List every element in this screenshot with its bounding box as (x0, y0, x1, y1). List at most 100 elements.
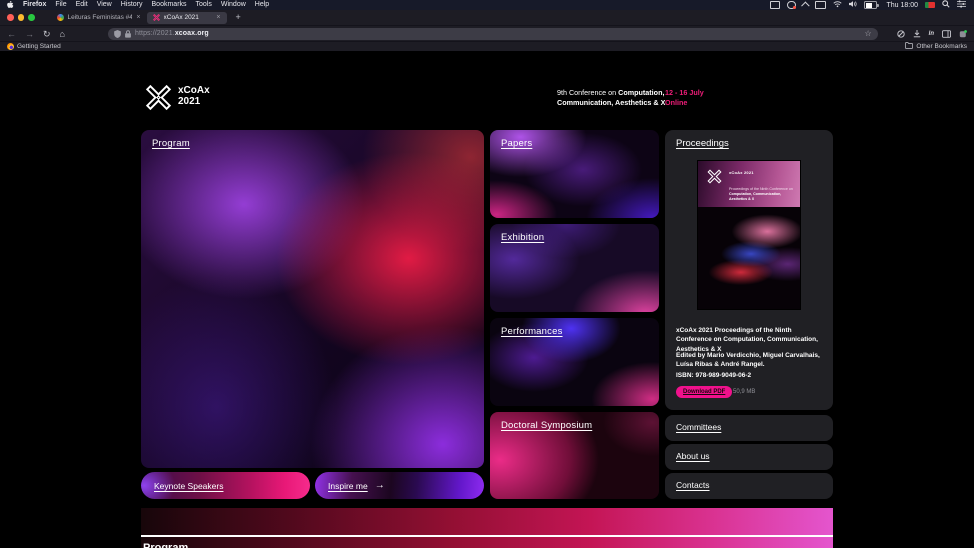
committees-link[interactable]: Committees (676, 422, 721, 432)
site-title: xCoAx 2021 (178, 86, 210, 107)
program-card[interactable]: Program (141, 130, 484, 468)
proceedings-book-cover[interactable]: xCoAx 2021 Proceedings of the Ninth Conf… (698, 161, 800, 309)
macos-menubar: Firefox File Edit View History Bookmarks… (0, 0, 974, 10)
exhibition-card[interactable]: Exhibition (490, 224, 659, 312)
about-us-link[interactable]: About us (676, 451, 710, 461)
program-section-title: Program (143, 542, 188, 548)
browser-tabbar: Leituras Feministas #4 - Googl × xCoAx 2… (0, 10, 974, 25)
performances-card[interactable]: Performances (490, 318, 659, 406)
file-size-label: 50,9 MB (733, 389, 755, 395)
shield-icon[interactable] (114, 25, 121, 43)
site-title-name: xCoAx (178, 86, 210, 97)
about-us-card[interactable]: About us (665, 444, 833, 470)
input-language-flag-icon[interactable] (925, 2, 935, 8)
back-icon[interactable]: ← (7, 26, 16, 42)
reload-icon[interactable]: ↻ (43, 26, 51, 42)
tab-title: xCoAx 2021 (164, 14, 199, 21)
google-docs-favicon (57, 14, 64, 21)
shortcut-caret-icon[interactable] (802, 2, 810, 10)
cover-subtitle: Proceedings of the Ninth Conference on C… (729, 187, 793, 201)
tab-close-icon[interactable]: × (136, 12, 140, 24)
window-controls (7, 14, 35, 21)
doctoral-symposium-card[interactable]: Doctoral Symposium (490, 412, 659, 499)
forward-icon[interactable]: → (25, 26, 34, 42)
menubar-app-name[interactable]: Firefox (23, 0, 46, 10)
apple-menu-icon[interactable] (7, 1, 14, 9)
menubar-item-bookmarks[interactable]: Bookmarks (152, 0, 187, 10)
xcoax-logo-icon (145, 84, 172, 111)
cover-xcoax-logo-icon (707, 169, 722, 184)
proceedings-panel: Proceedings xCoAx 2021 Proceedings of th… (665, 130, 833, 410)
tab-close-icon[interactable]: × (216, 12, 220, 24)
online-text: Online (665, 98, 704, 108)
volume-icon[interactable] (849, 0, 857, 10)
cover-brand-text: xCoAx 2021 (729, 170, 754, 175)
doctoral-symposium-link[interactable]: Doctoral Symposium (501, 420, 592, 431)
url-bar[interactable]: https://2021.xcoax.org ☆ (108, 28, 878, 40)
tab-leituras-feministas[interactable]: Leituras Feministas #4 - Googl × (51, 12, 147, 24)
extension-in-icon[interactable]: In (929, 31, 934, 37)
keynote-speakers-label: Keynote Speakers (154, 481, 223, 491)
bookmark-getting-started[interactable]: Getting Started (7, 43, 61, 50)
proceedings-isbn: ISBN: 978-989-9049-06-2 (676, 372, 751, 379)
download-icon[interactable] (913, 25, 921, 43)
battery-icon[interactable] (864, 1, 877, 9)
menubar-clock[interactable]: Thu 18:00 (886, 2, 918, 9)
menubar-item-help[interactable]: Help (255, 0, 269, 10)
cover-artwork (698, 207, 800, 309)
section-divider-line (141, 535, 833, 537)
contacts-card[interactable]: Contacts (665, 473, 833, 499)
papers-link[interactable]: Papers (501, 138, 532, 149)
papers-card[interactable]: Papers (490, 130, 659, 218)
menubar-item-history[interactable]: History (121, 0, 143, 10)
minimize-window-button[interactable] (18, 14, 25, 21)
xcoax-favicon (153, 14, 160, 21)
other-bookmarks-label: Other Bookmarks (916, 43, 967, 50)
wifi-icon[interactable] (833, 0, 842, 10)
url-text: https://2021.xcoax.org (135, 30, 209, 37)
navbar-extensions: In (897, 25, 967, 43)
new-tab-button[interactable]: + (236, 10, 241, 25)
bookmark-star-icon[interactable]: ☆ (864, 29, 871, 38)
zoom-window-button[interactable] (28, 14, 35, 21)
inspire-me-label: Inspire me (328, 481, 368, 491)
cover-gradient-header: xCoAx 2021 Proceedings of the Ninth Conf… (698, 161, 800, 207)
firefox-icon (7, 43, 14, 50)
menubar-item-edit[interactable]: Edit (76, 0, 88, 10)
inspire-me-button[interactable]: Inspire me → (315, 472, 484, 499)
spotlight-search-icon[interactable] (942, 0, 950, 10)
xcoax-webpage: xCoAx 2021 9th Conference on Computation… (0, 51, 974, 548)
home-icon[interactable]: ⌂ (60, 26, 65, 42)
folder-icon (905, 42, 913, 51)
committees-card[interactable]: Committees (665, 415, 833, 441)
blocker-icon[interactable] (897, 25, 905, 43)
sidebar-icon[interactable] (942, 25, 951, 43)
performances-link[interactable]: Performances (501, 326, 563, 337)
screen: Firefox File Edit View History Bookmarks… (0, 0, 974, 548)
other-bookmarks[interactable]: Other Bookmarks (905, 42, 967, 51)
menubar-item-tools[interactable]: Tools (196, 0, 212, 10)
exhibition-link[interactable]: Exhibition (501, 232, 544, 243)
screen-recording-icon[interactable] (787, 1, 796, 10)
program-link[interactable]: Program (152, 138, 190, 149)
proceedings-editors: Edited by Mario Verdicchio, Miguel Carva… (676, 351, 825, 370)
browser-navbar: ← → ↻ ⌂ https://2021.xcoax.org ☆ In (0, 25, 974, 41)
menubar-item-window[interactable]: Window (221, 0, 246, 10)
keyboard-icon[interactable] (815, 1, 826, 9)
menubar-item-file[interactable]: File (55, 0, 66, 10)
tab-title: Leituras Feministas #4 - Googl (68, 14, 133, 21)
bookmarks-bar: Getting Started Other Bookmarks (0, 41, 974, 51)
extension-icon[interactable] (959, 25, 967, 43)
lock-icon[interactable] (125, 25, 131, 43)
proceedings-link[interactable]: Proceedings (676, 138, 729, 149)
download-pdf-button[interactable]: Download PDF (676, 386, 732, 398)
site-title-year: 2021 (178, 97, 210, 108)
keynote-speakers-button[interactable]: Keynote Speakers (141, 472, 310, 499)
close-window-button[interactable] (7, 14, 14, 21)
menubar-item-view[interactable]: View (97, 0, 112, 10)
tab-xcoax-2021[interactable]: xCoAx 2021 × (147, 12, 227, 24)
screen-mirroring-icon[interactable] (770, 1, 780, 9)
contacts-link[interactable]: Contacts (676, 480, 710, 490)
program-section-band: Program (141, 508, 833, 548)
control-center-icon[interactable] (957, 0, 966, 10)
